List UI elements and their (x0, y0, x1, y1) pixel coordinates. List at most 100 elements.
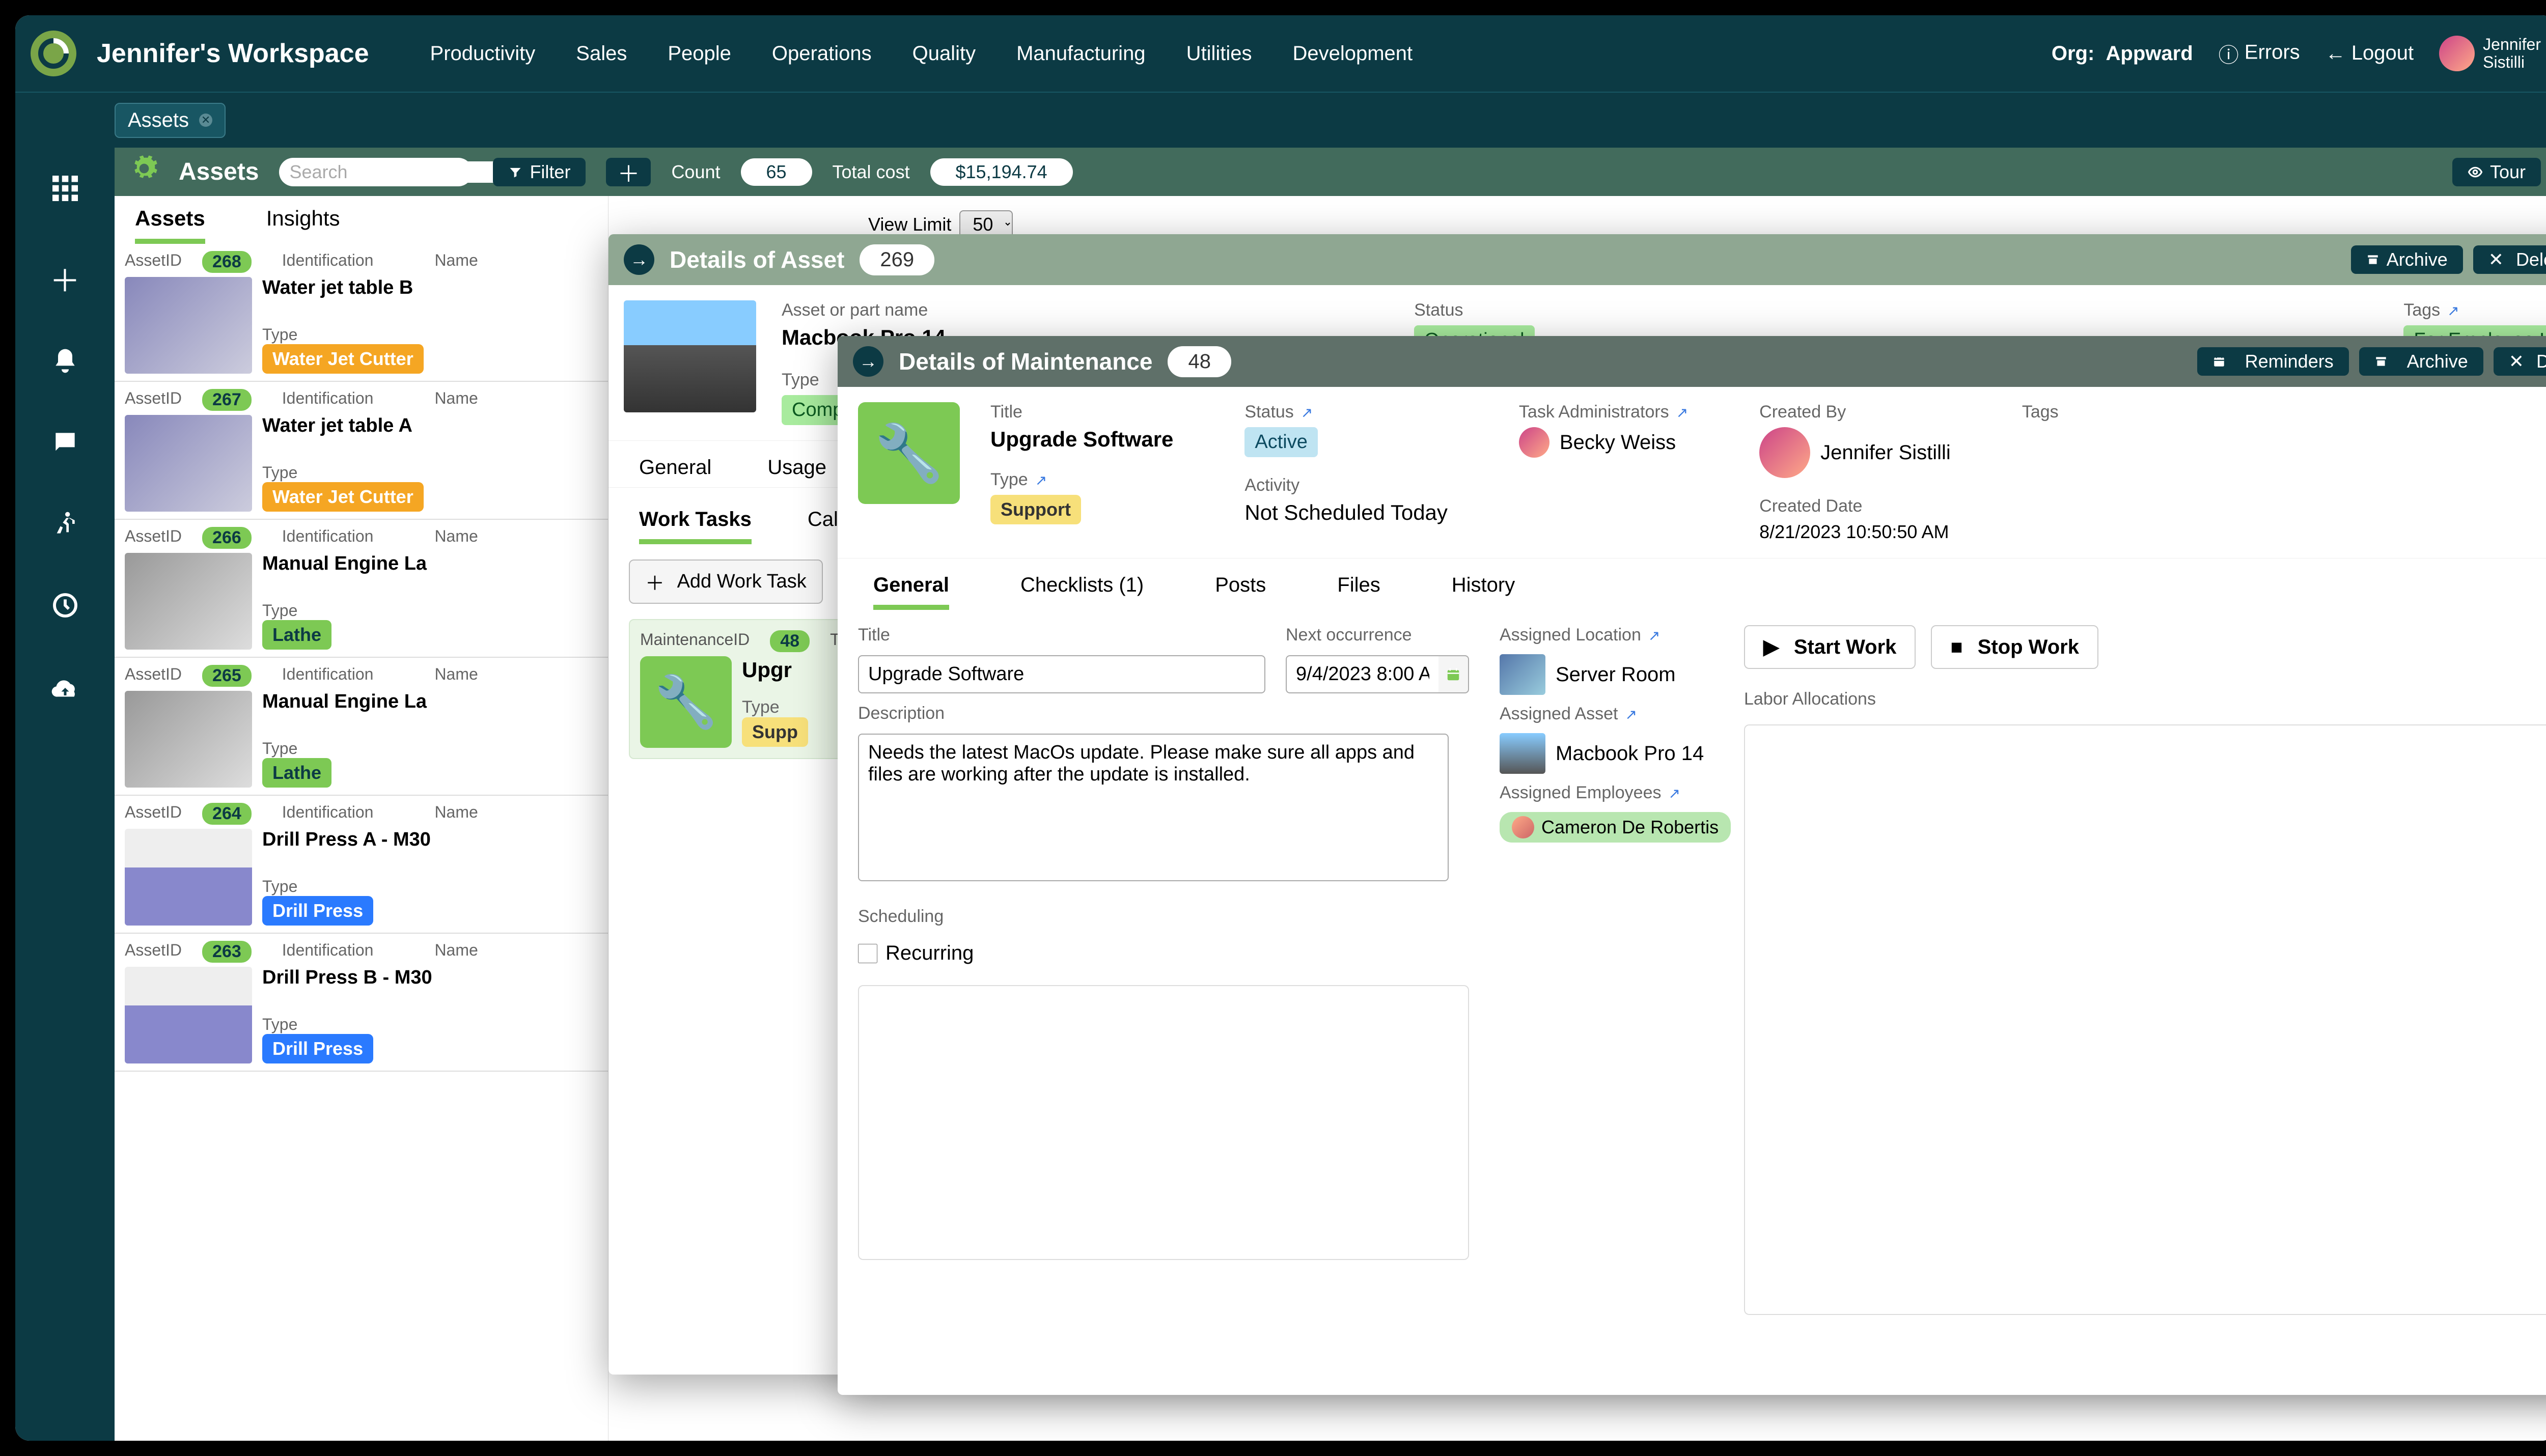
module-toolbar: Assets Filter ＋ Count 65 Total cost $15,… (115, 148, 2546, 196)
asset-thumbnail (125, 829, 252, 926)
user-name: JenniferSistilli (2483, 36, 2541, 71)
top-right: Org: Appward ⓘ Errors ← Logout JenniferS… (2052, 36, 2541, 71)
asset-type-tag: Water Jet Cutter (262, 482, 424, 512)
totalcost-label: Total cost (833, 161, 910, 183)
tab-posts[interactable]: Posts (1215, 574, 1266, 610)
back-icon-2[interactable]: → (853, 346, 883, 377)
gear-icon[interactable] (130, 154, 158, 189)
asset-name: Drill Press B - M30 (262, 967, 598, 989)
open-loc-icon[interactable]: ↗ (1648, 628, 1660, 643)
tab-assets[interactable]: Assets (135, 206, 205, 244)
add-button[interactable]: ＋ (606, 158, 651, 186)
asset-name: Manual Engine La (262, 553, 598, 575)
archive-button[interactable]: Archive (2351, 245, 2463, 274)
employee-chip[interactable]: Cameron De Robertis (1500, 812, 1731, 843)
assigned-location[interactable]: Server Room (1500, 654, 1713, 695)
count-label: Count (671, 161, 720, 183)
stop-work-button[interactable]: ■ Stop Work (1931, 625, 2098, 669)
tour-button[interactable]: Tour (2452, 158, 2541, 186)
tab-usage[interactable]: Usage (767, 456, 826, 487)
open-tab-chip[interactable]: Assets ✕ (115, 103, 226, 138)
asset-thumbnail (125, 277, 252, 374)
open-asset-icon[interactable]: ↗ (1625, 707, 1637, 722)
filter-button[interactable]: Filter (493, 158, 586, 186)
open-status-icon[interactable]: ↗ (1301, 405, 1313, 421)
delete-button[interactable]: ✕ Delete (2473, 245, 2546, 274)
creator-avatar (1759, 427, 1810, 478)
org-label: Org: Appward (2052, 42, 2193, 65)
add-icon[interactable]: ＋ (50, 257, 80, 301)
bell-icon[interactable] (51, 347, 79, 382)
apps-icon[interactable] (50, 173, 80, 211)
count-value: 65 (741, 158, 812, 186)
scheduling-box (858, 985, 1469, 1260)
asset-type-tag: Drill Press (262, 896, 373, 926)
clock-icon[interactable] (51, 591, 79, 627)
start-work-button[interactable]: ▶ Start Work (1744, 625, 1916, 669)
list-tabs: Assets Insights (115, 196, 608, 244)
asset-row[interactable]: AssetID268IdentificationName Water jet t… (115, 244, 608, 382)
workspace-name: Jennifer's Workspace (97, 38, 369, 69)
tab-checklists[interactable]: Checklists (1) (1020, 574, 1144, 610)
tab-general[interactable]: General (873, 574, 949, 610)
panel2-id: 48 (1168, 346, 1231, 377)
tab-files[interactable]: Files (1337, 574, 1380, 610)
search-box[interactable] (279, 158, 473, 186)
maintenance-details-panel: → Details of Maintenance 48 Reminders Ar… (838, 336, 2546, 1395)
description-input[interactable]: Needs the latest MacOs update. Please ma… (858, 734, 1449, 881)
user-avatar[interactable] (2439, 36, 2475, 71)
nav-utilities[interactable]: Utilities (1186, 42, 1252, 65)
next-occurrence-input[interactable] (1286, 655, 1438, 693)
asset-type-tag: Lathe (262, 620, 331, 650)
asset-row[interactable]: AssetID266IdentificationName Manual Engi… (115, 520, 608, 658)
left-rail: ＋ (15, 148, 115, 1441)
open-admin-icon[interactable]: ↗ (1676, 405, 1688, 421)
nav-sales[interactable]: Sales (576, 42, 627, 65)
search-input[interactable] (289, 161, 526, 183)
panel2-title: Details of Maintenance (899, 348, 1152, 375)
run-icon[interactable] (51, 510, 79, 545)
add-work-task-button[interactable]: ＋ Add Work Task (629, 559, 823, 604)
asset-row[interactable]: AssetID265IdentificationName Manual Engi… (115, 658, 608, 796)
asset-type-tag: Drill Press (262, 1034, 373, 1063)
errors-link[interactable]: ⓘ Errors (2219, 39, 2300, 68)
nav-manufacturing[interactable]: Manufacturing (1016, 42, 1145, 65)
tab-general-1[interactable]: General (639, 456, 711, 487)
tab-worktasks[interactable]: Work Tasks (639, 508, 752, 544)
nav-operations[interactable]: Operations (772, 42, 872, 65)
asset-list-panel: Assets Insights AssetID268Identification… (115, 196, 608, 1441)
nav-people[interactable]: People (668, 42, 731, 65)
asset-list[interactable]: AssetID268IdentificationName Water jet t… (115, 244, 608, 1441)
nav-quality[interactable]: Quality (912, 42, 976, 65)
tab-insights[interactable]: Insights (266, 206, 340, 244)
asset-name: Water jet table A (262, 415, 598, 437)
open-emp-icon[interactable]: ↗ (1669, 786, 1680, 801)
close-tab-icon[interactable]: ✕ (199, 114, 212, 127)
open-type-icon[interactable]: ↗ (1035, 472, 1047, 488)
title-input[interactable] (858, 655, 1265, 693)
open-tags-icon[interactable]: ↗ (2447, 303, 2459, 319)
maintenance-icon: 🔧 (858, 402, 960, 504)
asset-row[interactable]: AssetID267IdentificationName Water jet t… (115, 382, 608, 520)
app-logo[interactable] (31, 31, 76, 76)
nav-productivity[interactable]: Productivity (430, 42, 536, 65)
cloud-upload-icon[interactable] (50, 673, 80, 710)
recurring-checkbox[interactable]: Recurring (858, 942, 1469, 965)
calendar-icon[interactable] (1438, 655, 1469, 693)
tab-history[interactable]: History (1452, 574, 1515, 610)
nav-development[interactable]: Development (1292, 42, 1413, 65)
reminders-button[interactable]: Reminders (2197, 347, 2349, 376)
body: ＋ Assets (15, 148, 2546, 1441)
asset-thumbnail (125, 691, 252, 788)
logout-link[interactable]: ← Logout (2326, 42, 2414, 66)
chat-icon[interactable] (51, 428, 79, 464)
asset-row[interactable]: AssetID264IdentificationName Drill Press… (115, 796, 608, 934)
archive-button-2[interactable]: Archive (2359, 347, 2483, 376)
wrench-icon: 🔧 (640, 656, 732, 748)
asset-row[interactable]: AssetID263IdentificationName Drill Press… (115, 934, 608, 1072)
module-title: Assets (179, 158, 259, 186)
panel1-id: 269 (860, 244, 934, 275)
assigned-asset[interactable]: Macbook Pro 14 (1500, 733, 1713, 774)
delete-button-2[interactable]: ✕ Delete (2494, 347, 2546, 376)
back-icon[interactable]: → (624, 244, 654, 275)
